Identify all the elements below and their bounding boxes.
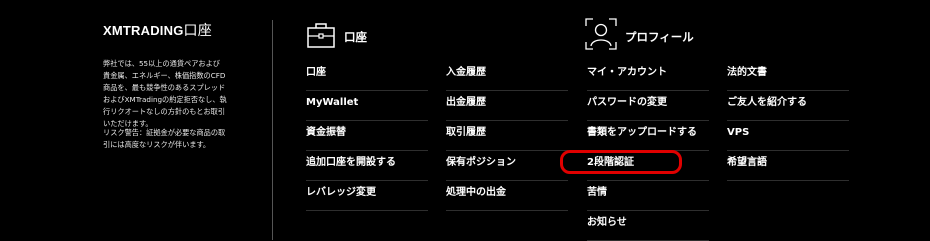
- menu-notifications[interactable]: お知らせ: [587, 211, 709, 241]
- highlight-outline: [560, 150, 682, 174]
- menu-mywallet[interactable]: MyWallet: [306, 91, 428, 121]
- menu-upload-documents[interactable]: 書類をアップロードする: [587, 121, 709, 151]
- description-line: 商品を、最も競争性のあるスプレッド: [103, 83, 226, 92]
- account-section-title: 口座: [344, 30, 367, 44]
- vertical-divider: [272, 20, 273, 240]
- risk-warning-line: 引には高度なリスクが伴います。: [103, 140, 211, 149]
- briefcase-icon: [306, 20, 336, 54]
- account-menu-col1: 口座 MyWallet 資金振替 追加口座を開設する レバレッジ変更: [306, 61, 428, 211]
- description-line: 弊社では、55以上の通貨ペアおよび: [103, 59, 220, 68]
- brand-name: XMTRADING: [103, 23, 184, 38]
- menu-pending-withdrawals[interactable]: 処理中の出金: [446, 181, 568, 211]
- menu-account[interactable]: 口座: [306, 61, 428, 91]
- risk-warning-line: リスク警告：証拠金が必要な商品の取: [103, 128, 226, 137]
- risk-warning: リスク警告：証拠金が必要な商品の取 引には高度なリスクが伴います。: [103, 127, 253, 151]
- profile-menu-col4: 法的文書 ご友人を紹介する VPS 希望言語: [727, 61, 849, 181]
- menu-fund-transfer[interactable]: 資金振替: [306, 121, 428, 151]
- description-line: およびXMTradingの約定拒否なし、執: [103, 95, 227, 104]
- menu-change-password[interactable]: パスワードの変更: [587, 91, 709, 121]
- menu-complaints[interactable]: 苦情: [587, 181, 709, 211]
- account-menu-col2: 入金履歴 出金履歴 取引履歴 保有ポジション 処理中の出金: [446, 61, 568, 211]
- menu-trade-history[interactable]: 取引履歴: [446, 121, 568, 151]
- user-profile-icon: [585, 18, 617, 54]
- menu-refer-friend[interactable]: ご友人を紹介する: [727, 91, 849, 121]
- brand-suffix: 口座: [183, 22, 212, 38]
- menu-my-account[interactable]: マイ・アカウント: [587, 61, 709, 91]
- menu-open-positions[interactable]: 保有ポジション: [446, 151, 568, 181]
- menu-change-leverage[interactable]: レバレッジ変更: [306, 181, 428, 211]
- description-line: 行リクオートなしの方針のもとお取引: [103, 107, 226, 116]
- description-line: 貴金属、エネルギー、株価指数のCFD: [103, 71, 226, 80]
- menu-open-additional-account[interactable]: 追加口座を開設する: [306, 151, 428, 181]
- menu-withdrawal-history[interactable]: 出金履歴: [446, 91, 568, 121]
- menu-vps[interactable]: VPS: [727, 121, 849, 151]
- menu-deposit-history[interactable]: 入金履歴: [446, 61, 568, 91]
- menu-preferred-language[interactable]: 希望言語: [727, 151, 849, 181]
- company-description: 弊社では、55以上の通貨ペアおよび 貴金属、エネルギー、株価指数のCFD 商品を…: [103, 58, 253, 130]
- profile-section-title: プロフィール: [625, 30, 694, 44]
- menu-legal-documents[interactable]: 法的文書: [727, 61, 849, 91]
- brand-logo: XMTRADING口座: [103, 20, 212, 40]
